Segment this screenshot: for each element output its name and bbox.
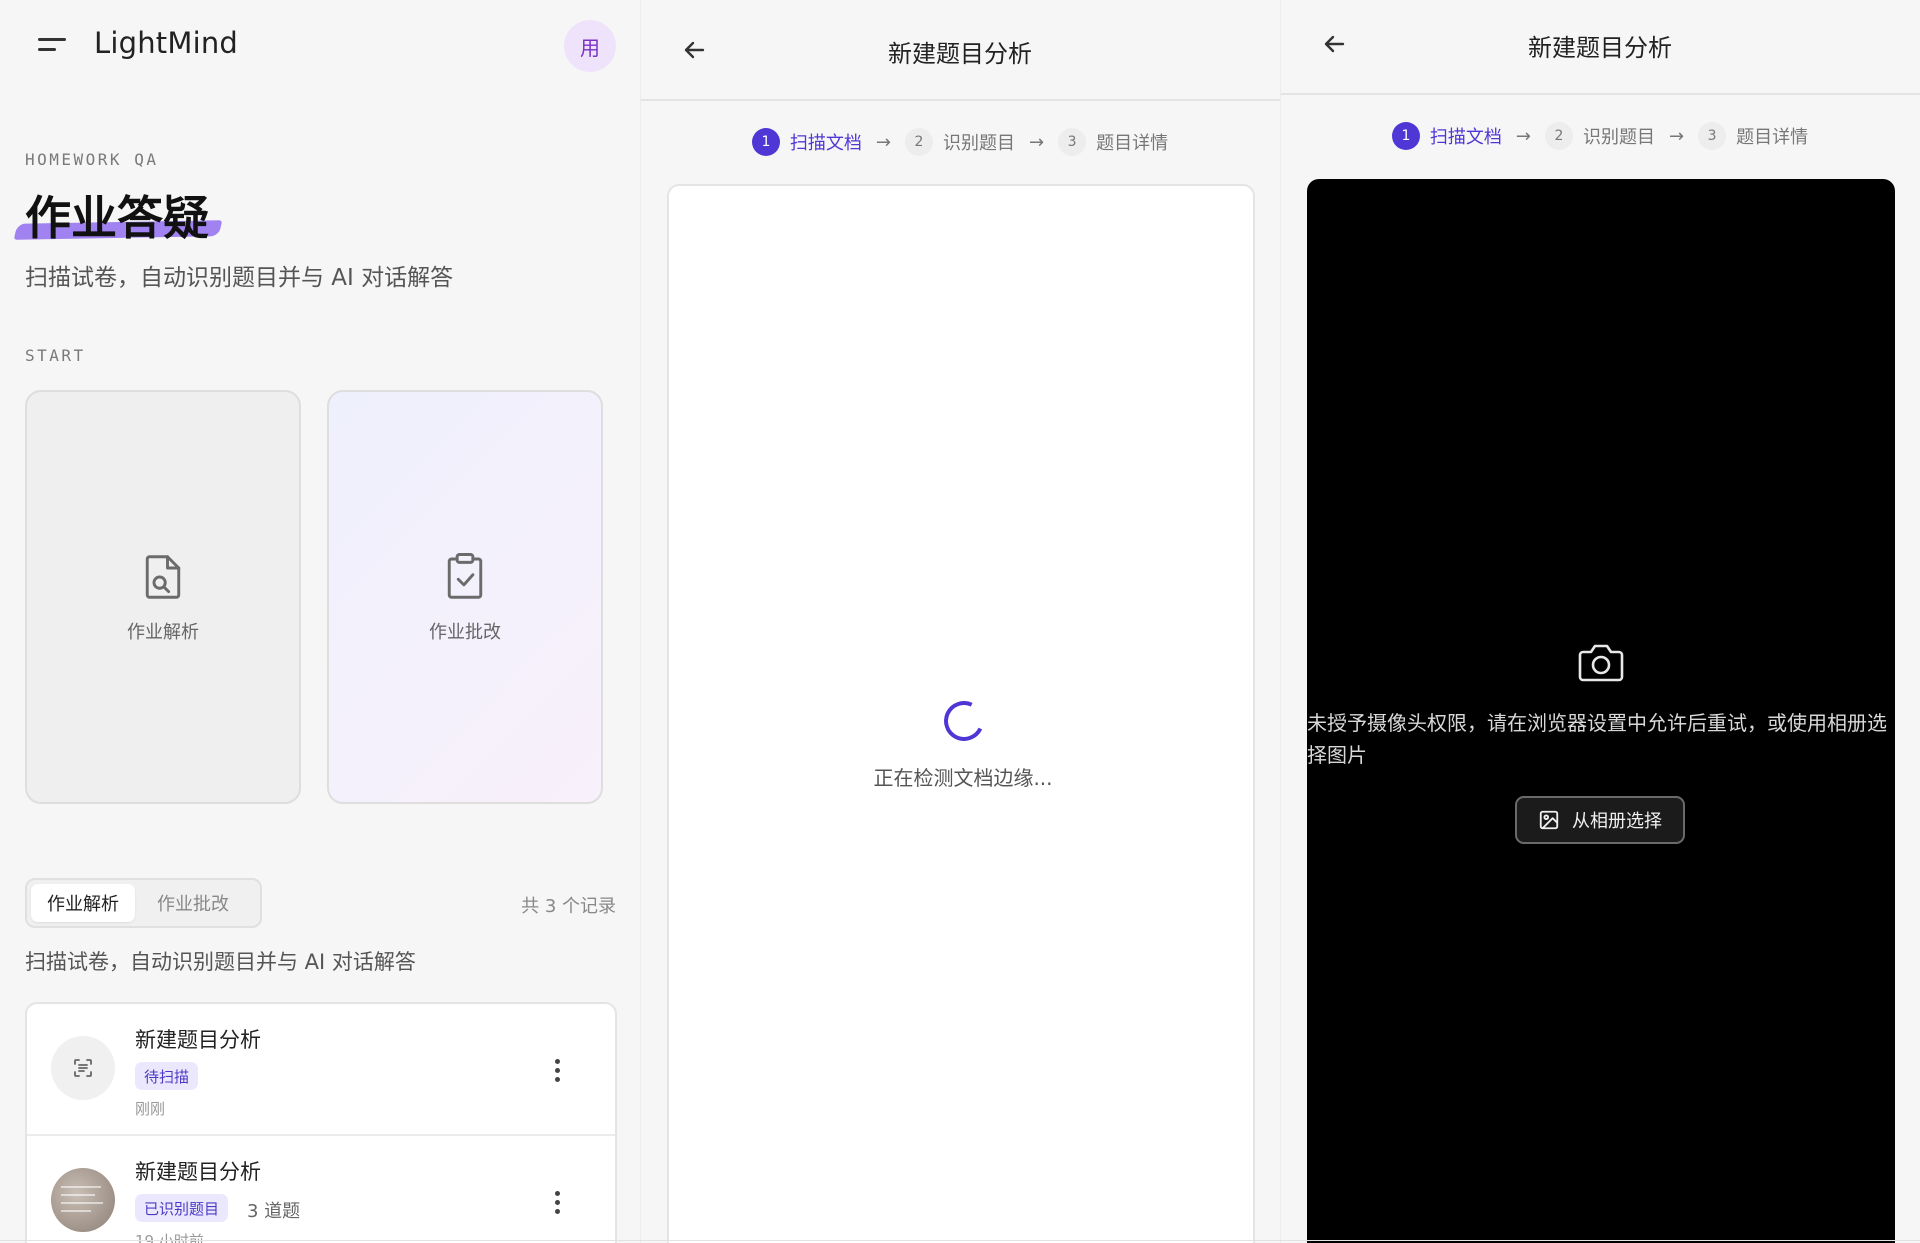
- tab-homework-analysis[interactable]: 作业解析: [31, 884, 135, 922]
- avatar[interactable]: 用: [564, 20, 616, 72]
- step-arrow: →: [1515, 125, 1531, 147]
- choose-from-album-button[interactable]: 从相册选择: [1515, 796, 1685, 844]
- record-list: 新建题目分析 待扫描 刚刚 新建题目分析 已识别题目 3 道题 19 小时前: [25, 1002, 617, 1243]
- homework-grading-card[interactable]: 作业批改: [327, 390, 603, 804]
- step-number: 3: [1698, 122, 1727, 150]
- page-subtitle: 扫描试卷，自动识别题目并与 AI 对话解答: [25, 265, 454, 291]
- panel-divider: [640, 0, 641, 1243]
- panel-divider: [1280, 0, 1281, 1243]
- record-time: 刚刚: [135, 1100, 166, 1118]
- section-eyebrow: HOMEWORK QA: [25, 150, 159, 169]
- step-label-scan: 扫描文档: [789, 133, 862, 154]
- bottom-divider: [0, 1240, 1920, 1241]
- card-label: 作业批改: [429, 622, 501, 643]
- start-eyebrow: START: [25, 346, 86, 365]
- loading-spinner-icon: [938, 695, 990, 747]
- page-title: 新建题目分析: [888, 40, 1032, 68]
- step-number: 3: [1058, 128, 1087, 156]
- list-item[interactable]: 新建题目分析 已识别题目 3 道题 19 小时前: [27, 1136, 615, 1243]
- home-panel: LightMind 用 HOMEWORK QA 作业答疑 扫描试卷，自动识别题目…: [0, 0, 640, 1243]
- step-arrow: →: [1669, 125, 1685, 147]
- header-divider: [640, 99, 1280, 101]
- list-item[interactable]: 新建题目分析 待扫描 刚刚: [27, 1004, 615, 1136]
- camera-panel: 新建题目分析 1 扫描文档 → 2 识别题目 → 3 题目详情 未授予摄像头权限…: [1280, 0, 1920, 1243]
- more-options-icon[interactable]: [547, 1186, 567, 1218]
- step-number: 1: [751, 128, 780, 156]
- record-title: 新建题目分析: [135, 1160, 261, 1184]
- step-label-recognize: 识别题目: [1583, 127, 1655, 148]
- step-number: 2: [905, 128, 933, 156]
- scan-loading-panel: 新建题目分析 1 扫描文档 → 2 识别题目 → 3 题目详情 正在检测文档边缘…: [640, 0, 1280, 1243]
- camera-icon: [1578, 644, 1624, 682]
- list-description: 扫描试卷，自动识别题目并与 AI 对话解答: [25, 950, 416, 974]
- tab-homework-grading[interactable]: 作业批改: [141, 884, 245, 922]
- step-number: 2: [1545, 122, 1573, 150]
- question-count: 3 道题: [247, 1201, 301, 1222]
- photo-thumbnail: [51, 1168, 115, 1232]
- step-number: 1: [1391, 122, 1420, 150]
- step-label-scan: 扫描文档: [1429, 127, 1502, 148]
- app-brand: LightMind: [94, 26, 239, 60]
- loading-text: 正在检测文档边缘...: [873, 766, 1053, 790]
- page-title: 作业答疑: [25, 191, 209, 245]
- document-preview: 正在检测文档边缘...: [667, 184, 1255, 1243]
- scan-text-icon: [51, 1036, 115, 1100]
- card-label: 作业解析: [127, 622, 199, 643]
- clipboard-check-icon: [447, 553, 483, 599]
- camera-permission-message: 未授予摄像头权限，请在浏览器设置中允许后重试，或使用相册选择图片: [1307, 711, 1887, 767]
- step-label-details: 题目详情: [1736, 127, 1809, 148]
- menu-icon[interactable]: [38, 34, 68, 56]
- album-button-label: 从相册选择: [1572, 811, 1662, 832]
- document-search-icon: [145, 555, 181, 599]
- homework-analysis-card[interactable]: 作业解析: [25, 390, 301, 804]
- step-label-recognize: 识别题目: [943, 133, 1015, 154]
- status-badge: 待扫描: [135, 1062, 199, 1090]
- step-arrow: →: [1029, 131, 1045, 153]
- camera-viewfinder: 未授予摄像头权限，请在浏览器设置中允许后重试，或使用相册选择图片 从相册选择: [1307, 179, 1895, 1243]
- record-time: 19 小时前: [135, 1232, 204, 1243]
- step-indicator: 1 扫描文档 → 2 识别题目 → 3 题目详情: [640, 128, 1280, 156]
- more-options-icon[interactable]: [547, 1054, 567, 1086]
- header-divider: [1280, 93, 1920, 95]
- step-label-details: 题目详情: [1096, 133, 1169, 154]
- record-count: 共 3 个记录: [521, 896, 616, 917]
- page-title: 新建题目分析: [1528, 34, 1672, 62]
- record-type-tabs: 作业解析 作业批改: [25, 878, 262, 928]
- record-title: 新建题目分析: [135, 1028, 261, 1052]
- step-arrow: →: [875, 131, 891, 153]
- step-indicator: 1 扫描文档 → 2 识别题目 → 3 题目详情: [1280, 122, 1920, 150]
- image-icon: [1539, 810, 1559, 830]
- status-badge: 已识别题目: [135, 1194, 229, 1222]
